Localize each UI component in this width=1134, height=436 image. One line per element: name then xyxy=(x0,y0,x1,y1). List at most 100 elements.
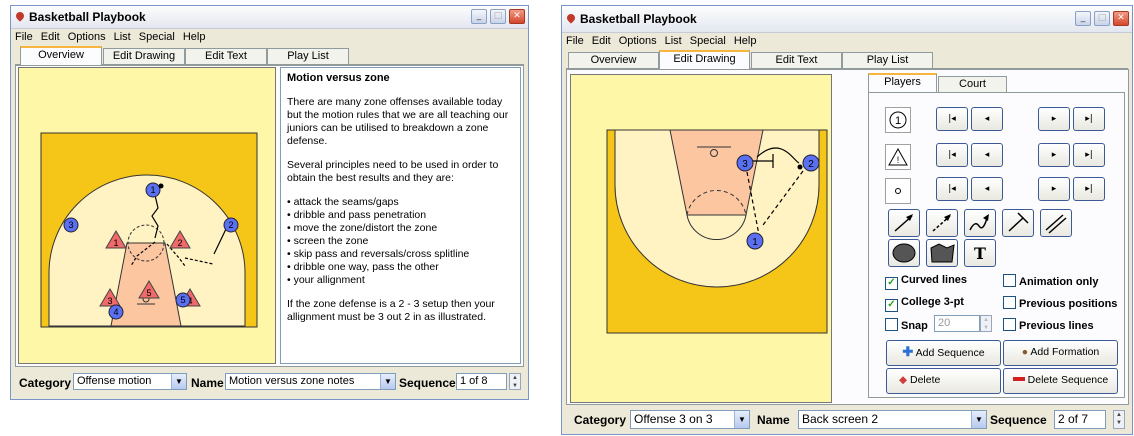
curved-lines-option[interactable]: ✓ Curved lines xyxy=(885,274,967,290)
snap-label: Snap xyxy=(901,320,928,332)
menu-options[interactable]: Options xyxy=(64,29,110,43)
first-icon[interactable]: |◂ xyxy=(936,143,968,167)
dribble-line-icon[interactable] xyxy=(964,209,996,237)
subtab-court[interactable]: Court xyxy=(938,76,1007,92)
ball-symbol[interactable] xyxy=(885,178,911,204)
category-select[interactable]: Offense 3 on 3 ▼ xyxy=(630,410,750,429)
text-tool-icon[interactable]: T xyxy=(964,239,996,267)
name-select[interactable]: Back screen 2 ▼ xyxy=(798,410,987,429)
category-select[interactable]: Offense motion ▼ xyxy=(73,373,187,390)
last-icon[interactable]: ▸| xyxy=(1073,107,1105,131)
prev-icon[interactable]: ◂ xyxy=(971,143,1003,167)
notes-text-area[interactable]: Motion versus zone There are many zone o… xyxy=(280,67,521,364)
delete-sequence-button[interactable]: Delete Sequence xyxy=(1003,368,1118,394)
svg-text:T: T xyxy=(974,244,986,263)
menu-options[interactable]: Options xyxy=(615,33,661,47)
chevron-down-icon[interactable]: ▼ xyxy=(734,411,749,428)
title-bar[interactable]: Basketball Playbook _ □ ✕ xyxy=(11,6,528,29)
last-icon[interactable]: ▸| xyxy=(1073,177,1105,201)
list-item: skip pass and reversals/cross splitline xyxy=(287,248,514,261)
arrow-line-icon[interactable] xyxy=(888,209,920,237)
sequence-stepper[interactable]: ▲ ▼ xyxy=(1113,410,1125,429)
menu-edit[interactable]: Edit xyxy=(588,33,615,47)
last-icon[interactable]: ▸| xyxy=(1073,143,1105,167)
college-3pt-option[interactable]: ✓ College 3-pt xyxy=(885,296,964,312)
ellipse-icon[interactable] xyxy=(888,239,920,267)
close-icon[interactable]: ✕ xyxy=(1113,11,1129,26)
previous-lines-option[interactable]: Previous lines xyxy=(1003,318,1094,332)
menu-edit[interactable]: Edit xyxy=(37,29,64,43)
college-3pt-checkbox[interactable]: ✓ xyxy=(885,299,898,312)
menu-bar: File Edit Options List Special Help xyxy=(562,33,1132,48)
add-formation-button[interactable]: ● Add Formation xyxy=(1003,340,1118,366)
name-select[interactable]: Motion versus zone notes ▼ xyxy=(225,373,396,390)
offense-player-symbol[interactable]: 1 xyxy=(885,107,911,133)
prev-icon[interactable]: ◂ xyxy=(971,107,1003,131)
player-3-label: 3 xyxy=(742,159,748,170)
sequence-stepper[interactable]: ▲ ▼ xyxy=(509,373,521,390)
player-4-label: 4 xyxy=(113,307,118,317)
screen-line-icon[interactable] xyxy=(1002,209,1034,237)
hand-off-line-icon[interactable] xyxy=(1040,209,1072,237)
menu-special[interactable]: Special xyxy=(135,29,179,43)
tab-overview[interactable]: Overview xyxy=(20,46,102,65)
menu-file[interactable]: File xyxy=(11,29,37,43)
paint-lane xyxy=(669,129,764,216)
close-icon[interactable]: ✕ xyxy=(509,9,525,24)
add-sequence-button[interactable]: ✚ Add Sequence xyxy=(886,340,1001,366)
tab-edit-drawing[interactable]: Edit Drawing xyxy=(103,48,185,64)
tab-overview[interactable]: Overview xyxy=(568,52,659,68)
animation-only-checkbox[interactable] xyxy=(1003,274,1016,287)
player-1-label: 1 xyxy=(752,237,758,248)
first-icon[interactable]: |◂ xyxy=(936,107,968,131)
animation-only-option[interactable]: Animation only xyxy=(1003,274,1098,288)
court-diagram[interactable]: 1 2 3 4 5 1 2 3 4 5 xyxy=(18,67,276,364)
snap-stepper[interactable]: ▲ ▼ xyxy=(980,315,992,332)
maximize-icon[interactable]: □ xyxy=(490,9,506,24)
delete-button[interactable]: ◆ Delete xyxy=(886,368,1001,394)
polygon-icon[interactable] xyxy=(926,239,958,267)
sequence-input[interactable]: 2 of 7 xyxy=(1054,410,1106,429)
maximize-icon[interactable]: □ xyxy=(1094,11,1110,26)
next-icon[interactable]: ▸ xyxy=(1038,107,1070,131)
previous-positions-checkbox[interactable] xyxy=(1003,296,1016,309)
add-sequence-label: Add Sequence xyxy=(915,347,985,359)
tab-play-list[interactable]: Play List xyxy=(267,48,349,64)
menu-special[interactable]: Special xyxy=(686,33,730,47)
menu-file[interactable]: File xyxy=(562,33,588,47)
subtab-players[interactable]: Players xyxy=(868,73,937,92)
menu-help[interactable]: Help xyxy=(730,33,761,47)
category-value: Offense motion xyxy=(77,375,152,387)
tab-edit-text[interactable]: Edit Text xyxy=(751,52,842,68)
menu-list[interactable]: List xyxy=(661,33,686,47)
sequence-input[interactable]: 1 of 8 xyxy=(456,373,507,390)
chevron-down-icon[interactable]: ▼ xyxy=(380,374,395,389)
minimize-icon[interactable]: _ xyxy=(1075,11,1091,26)
first-icon[interactable]: |◂ xyxy=(936,177,968,201)
chevron-down-icon[interactable]: ▼ xyxy=(971,411,986,428)
tab-edit-text[interactable]: Edit Text xyxy=(185,48,267,64)
next-icon[interactable]: ▸ xyxy=(1038,143,1070,167)
player-2-label: 2 xyxy=(228,220,233,230)
defense-player-symbol[interactable]: ! xyxy=(885,144,911,170)
defender-2-label: 2 xyxy=(177,238,182,248)
pass-line-icon[interactable] xyxy=(926,209,958,237)
prev-icon[interactable]: ◂ xyxy=(971,177,1003,201)
menu-list[interactable]: List xyxy=(110,29,135,43)
tab-play-list[interactable]: Play List xyxy=(842,52,933,68)
menu-help[interactable]: Help xyxy=(179,29,210,43)
curved-lines-checkbox[interactable]: ✓ xyxy=(885,277,898,290)
next-icon[interactable]: ▸ xyxy=(1038,177,1070,201)
snap-value-input[interactable]: 20 xyxy=(934,315,980,332)
tab-edit-drawing[interactable]: Edit Drawing xyxy=(659,50,750,69)
notes-heading: Motion versus zone xyxy=(287,72,390,84)
previous-lines-checkbox[interactable] xyxy=(1003,318,1016,331)
court-diagram[interactable]: 3 2 1 xyxy=(570,74,832,403)
title-bar[interactable]: Basketball Playbook _ □ ✕ xyxy=(562,6,1132,33)
snap-checkbox[interactable] xyxy=(885,318,898,331)
previous-positions-option[interactable]: Previous positions xyxy=(1003,296,1117,310)
minimize-icon[interactable]: _ xyxy=(471,9,487,24)
snap-option[interactable]: Snap xyxy=(885,318,928,332)
list-item: attack the seams/gaps xyxy=(287,196,514,209)
chevron-down-icon[interactable]: ▼ xyxy=(171,374,186,389)
